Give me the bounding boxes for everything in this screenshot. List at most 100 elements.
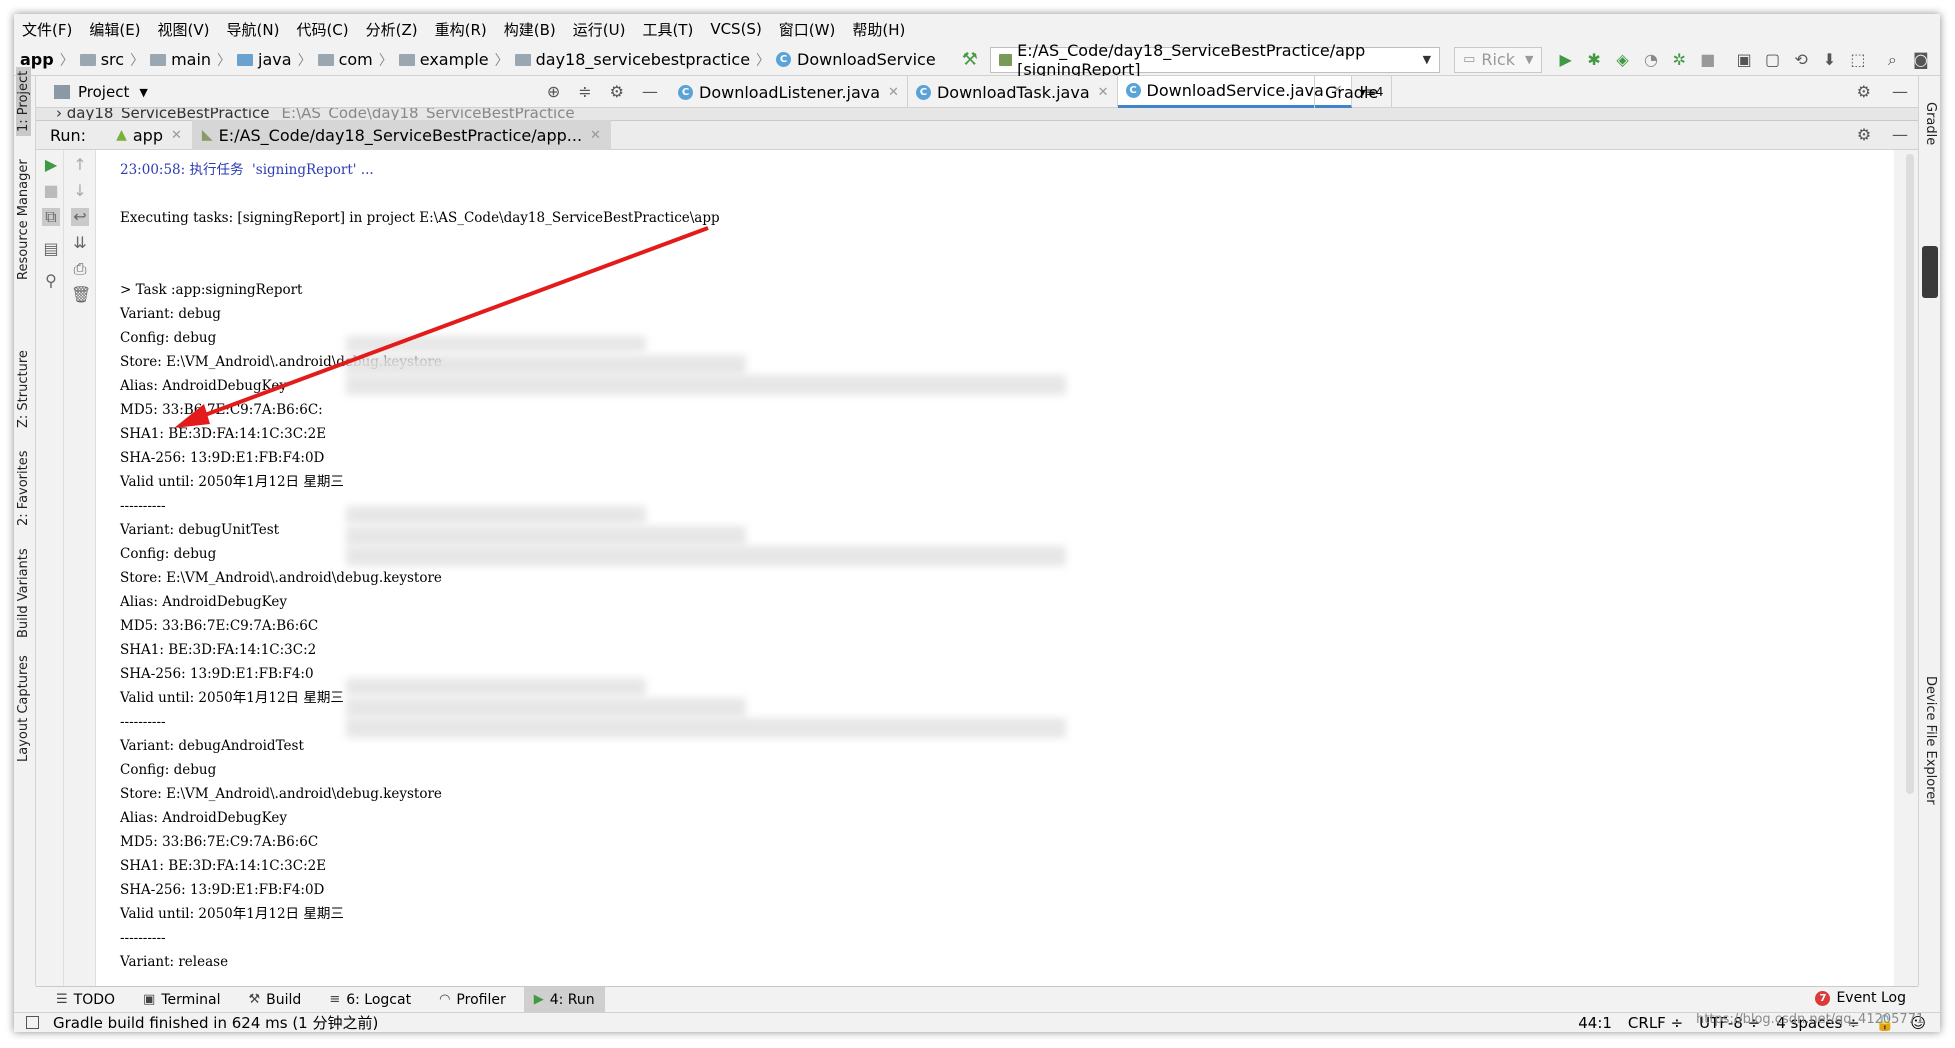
pin-icon[interactable]: ⚲: [42, 272, 60, 290]
chevron-right-icon: 〉: [378, 52, 393, 69]
run-label: Run:: [50, 125, 87, 145]
breadcrumb-java[interactable]: java 〉: [237, 50, 312, 70]
arrow-down-icon[interactable]: ↓: [71, 182, 89, 200]
breadcrumb-src[interactable]: src 〉: [79, 50, 144, 70]
tab-run[interactable]: ▶ 4: Run: [523, 986, 605, 1013]
tool-windows-icon[interactable]: [26, 1016, 39, 1029]
stripe-build-variants[interactable]: Build Variants: [16, 548, 31, 638]
close-icon[interactable]: ✕: [590, 128, 601, 143]
breadcrumb-package[interactable]: day18_servicebestpractice 〉: [514, 50, 771, 70]
layout-inspector-icon[interactable]: ⬚: [1849, 49, 1867, 71]
scroll-to-end-icon[interactable]: ⇊: [71, 234, 89, 252]
sdk-manager-icon[interactable]: ⬇: [1820, 49, 1838, 71]
gear-icon[interactable]: ⚙: [610, 82, 624, 101]
stripe-project[interactable]: 1: Project: [16, 66, 31, 136]
menu-analyze[interactable]: 分析(Z): [366, 19, 418, 40]
status-message: Gradle build finished in 624 ms (1 分钟之前): [53, 1014, 379, 1032]
stripe-device-file-explorer[interactable]: Device File Explorer: [1923, 676, 1938, 805]
stop-icon[interactable]: ■: [1699, 49, 1717, 71]
debug-icon[interactable]: ✱: [1585, 49, 1603, 71]
build-hammer-icon[interactable]: ⚒: [962, 49, 978, 70]
coverage-icon[interactable]: ◈: [1613, 49, 1631, 71]
gear-icon[interactable]: ⚙: [1857, 82, 1871, 101]
run-tab-app[interactable]: ▲ app ✕: [106, 120, 192, 150]
menu-navigate[interactable]: 导航(N): [227, 19, 280, 40]
trash-icon[interactable]: 🗑: [71, 286, 91, 304]
arrow-up-icon[interactable]: ↑: [71, 156, 89, 174]
hide-icon[interactable]: —: [1892, 82, 1908, 101]
menu-edit[interactable]: 编辑(E): [89, 19, 140, 40]
tab-todo[interactable]: ☰ TODO: [46, 987, 125, 1013]
profile-icon[interactable]: ◔: [1642, 49, 1660, 71]
menu-vcs[interactable]: VCS(S): [710, 20, 761, 38]
stripe-resource-manager[interactable]: Resource Manager: [16, 159, 31, 280]
stripe-layout-captures[interactable]: Layout Captures: [16, 655, 31, 762]
menu-code[interactable]: 代码(C): [296, 19, 348, 40]
breadcrumb-class[interactable]: C DownloadService: [776, 50, 936, 69]
attach-debugger-icon[interactable]: ✲: [1670, 49, 1688, 71]
tab-download-listener[interactable]: C DownloadListener.java ✕: [670, 76, 908, 108]
hide-icon[interactable]: —: [1892, 125, 1908, 144]
menu-file[interactable]: 文件(F): [22, 19, 72, 40]
tab-logcat[interactable]: ≡ 6: Logcat: [319, 987, 421, 1013]
menu-run[interactable]: 运行(U): [573, 19, 626, 40]
gradle-sync-icon[interactable]: ⟲: [1792, 49, 1810, 71]
close-icon[interactable]: ✕: [1098, 85, 1109, 100]
tab-label: Terminal: [161, 991, 221, 1008]
stripe-gradle[interactable]: Gradle: [1923, 102, 1938, 145]
tab-build[interactable]: ⚒ Build: [239, 987, 312, 1013]
menu-view[interactable]: 视图(V): [158, 19, 210, 40]
event-log-button[interactable]: 7 Event Log: [1815, 990, 1906, 1006]
print-icon[interactable]: ⎙: [71, 260, 89, 278]
dropdown-arrow-icon: ▼: [1524, 53, 1534, 66]
stop-icon[interactable]: ■: [42, 182, 60, 200]
run-tab-signing-report[interactable]: ◣ E:/AS_Code/day18_ServiceBestPractice/ap…: [191, 120, 611, 150]
redacted-md5: [346, 506, 646, 524]
run-console[interactable]: 23:00:58: 执行任务 'signingReport' ... Execu…: [96, 150, 1894, 986]
breadcrumb-com[interactable]: com 〉: [317, 50, 393, 70]
run-icon[interactable]: ▶: [1556, 49, 1574, 71]
search-icon[interactable]: ⌕: [1883, 49, 1901, 71]
console-scrollbar[interactable]: [1906, 154, 1914, 794]
dropdown-arrow-icon[interactable]: ▼: [139, 86, 147, 99]
project-root-item[interactable]: day18_ServiceBestPractice: [67, 108, 270, 120]
breadcrumb-example[interactable]: example 〉: [398, 50, 509, 70]
avd-manager-icon[interactable]: ▢: [1763, 49, 1781, 71]
run-config-select[interactable]: E:/AS_Code/day18_ServiceBestPractice/app…: [989, 41, 1441, 79]
locate-icon[interactable]: ⊕: [547, 82, 560, 101]
tab-terminal[interactable]: ▣ Terminal: [133, 987, 230, 1013]
close-icon[interactable]: ✕: [171, 128, 182, 143]
menu-help[interactable]: 帮助(H): [852, 19, 905, 40]
soft-wrap-icon[interactable]: ↩: [71, 208, 89, 226]
status-bar: Gradle build finished in 624 ms (1 分钟之前)…: [14, 1012, 1940, 1032]
menu-tools[interactable]: 工具(T): [642, 19, 693, 40]
stripe-favorites[interactable]: 2: Favorites: [16, 450, 31, 526]
menu-refactor[interactable]: 重构(R): [435, 19, 487, 40]
rerun-icon[interactable]: ▶: [42, 156, 60, 174]
console-line: SHA-256: 13:9D:E1:FB:F4:0: [120, 666, 314, 682]
collapse-all-icon[interactable]: ≑: [578, 82, 591, 101]
caret-position[interactable]: 44:1: [1578, 1014, 1612, 1032]
console-line: Valid until: 2050年1月12日 星期三: [120, 906, 344, 922]
menu-window[interactable]: 窗口(W): [779, 19, 836, 40]
chevron-right-icon: 〉: [756, 52, 771, 69]
tab-profiler[interactable]: ◠ Profiler: [429, 987, 516, 1013]
terminal-icon: ▣: [143, 992, 156, 1007]
sync-project-icon[interactable]: ▣: [1735, 49, 1753, 71]
close-icon[interactable]: ✕: [888, 85, 899, 100]
package-icon: [514, 53, 531, 66]
project-panel-title: Project: [78, 83, 130, 101]
user-icon[interactable]: ◙: [1912, 49, 1930, 71]
line-separator[interactable]: CRLF ÷: [1628, 1014, 1683, 1032]
tab-download-task[interactable]: C DownloadTask.java ✕: [908, 76, 1118, 108]
gear-icon[interactable]: ⚙: [1857, 125, 1871, 144]
device-select[interactable]: ▭ Rick ▼: [1454, 46, 1543, 73]
restore-layout-icon[interactable]: ⧉: [42, 208, 60, 226]
project-panel-header[interactable]: Project ▼ ⊕ ≑ ⚙ —: [36, 76, 668, 108]
redacted-sha256: [346, 375, 1066, 395]
layout-icon[interactable]: ▤: [42, 240, 60, 258]
hide-icon[interactable]: —: [642, 82, 658, 101]
breadcrumb-main[interactable]: main 〉: [150, 50, 231, 70]
menu-build[interactable]: 构建(B): [504, 19, 556, 40]
stripe-structure[interactable]: Z: Structure: [16, 350, 31, 428]
